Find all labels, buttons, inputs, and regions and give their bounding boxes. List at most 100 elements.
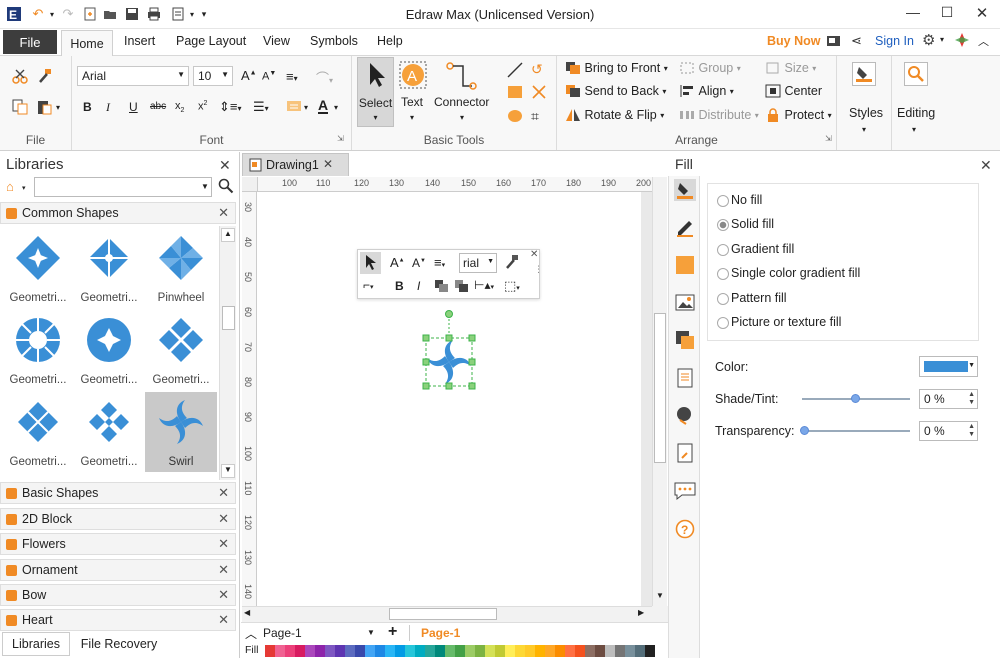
paste-icon[interactable] [37, 99, 55, 118]
scroll-right-icon[interactable]: ▶ [638, 608, 644, 617]
mini-increase-font-icon[interactable]: A▲ [390, 255, 405, 270]
mini-select-icon[interactable] [360, 252, 381, 274]
ellipse-tool-icon[interactable] [507, 109, 523, 126]
option-pattern-fill[interactable]: Pattern fill [731, 291, 787, 305]
close-icon[interactable]: ✕ [972, 4, 992, 24]
redo-icon[interactable]: ↷ [60, 6, 76, 22]
palette-swatch[interactable] [595, 645, 605, 657]
scroll-down-icon[interactable]: ▼ [654, 591, 666, 605]
bring-to-front-button[interactable]: Bring to Front ▾ [565, 61, 668, 75]
new-file-icon[interactable] [82, 6, 98, 22]
palette-swatch[interactable] [305, 645, 315, 657]
radio-pattern-fill[interactable] [717, 293, 729, 305]
palette-swatch[interactable] [345, 645, 355, 657]
palette-swatch[interactable] [505, 645, 515, 657]
palette-swatch[interactable] [355, 645, 365, 657]
library-category-basic-shapes[interactable]: Basic Shapes ✕ [0, 482, 236, 504]
palette-swatch[interactable] [575, 645, 585, 657]
page-tab-active[interactable]: Page-1 [421, 626, 460, 640]
arrange-dialog-launcher-icon[interactable]: ⇲ [825, 134, 832, 143]
decrease-font-icon[interactable]: A▼ [262, 70, 276, 83]
shape-tile-selected[interactable]: Swirl [145, 392, 217, 472]
add-page-icon[interactable]: + [388, 623, 397, 641]
select-tool-button[interactable]: Select ▾ [357, 57, 394, 127]
rotate-flip-button[interactable]: Rotate & Flip ▾ [565, 108, 664, 122]
palette-swatch[interactable] [325, 645, 335, 657]
print-icon[interactable] [146, 6, 162, 22]
fill-panel-close-icon[interactable]: ✕ [980, 157, 992, 174]
tab-symbols[interactable]: Symbols [310, 34, 358, 54]
bullets-icon[interactable]: ☰▾ [253, 99, 269, 115]
mini-align-icon[interactable]: ≡▾ [434, 255, 445, 270]
tab-page-layout[interactable]: Page Layout [176, 34, 246, 54]
palette-swatch[interactable] [635, 645, 645, 657]
line-panel-icon[interactable] [675, 218, 695, 241]
option-gradient-fill[interactable]: Gradient fill [731, 242, 794, 256]
settings-dropdown-icon[interactable]: ▾ [940, 35, 944, 44]
palette-swatch[interactable] [475, 645, 485, 657]
libraries-close-icon[interactable]: ✕ [219, 157, 231, 174]
selected-swirl-shape[interactable] [420, 308, 478, 392]
highlight-dropdown-icon[interactable]: ▾ [304, 103, 308, 112]
library-category-common-shapes[interactable]: Common Shapes ✕ [0, 202, 236, 224]
mini-decrease-font-icon[interactable]: A▼ [412, 256, 426, 270]
mini-connector-icon[interactable]: ⌐▾ [363, 278, 374, 292]
palette-swatch[interactable] [275, 645, 285, 657]
paste-dropdown-icon[interactable]: ▾ [56, 103, 60, 112]
mini-line-style-icon[interactable]: ⬚▾ [504, 278, 520, 294]
palette-swatch[interactable] [565, 645, 575, 657]
apps-icon[interactable] [954, 32, 970, 51]
strikethrough-icon[interactable]: abc [150, 101, 166, 112]
palette-swatch[interactable] [315, 645, 325, 657]
shape-tile[interactable]: Pinwheel [145, 228, 217, 308]
palette-swatch[interactable] [415, 645, 425, 657]
option-single-color-gradient-fill[interactable]: Single color gradient fill [731, 266, 860, 280]
library-category-ornament[interactable]: Ornament ✕ [0, 559, 236, 581]
editing-button[interactable]: Editing [897, 106, 935, 120]
italic-icon[interactable]: I [106, 100, 110, 115]
undo-dropdown-icon[interactable]: ▾ [44, 6, 60, 22]
palette-swatch[interactable] [385, 645, 395, 657]
horizontal-scroll-thumb[interactable] [389, 608, 497, 620]
shade-tint-input[interactable]: 0 % ▲ ▼ [919, 389, 978, 409]
library-search-icon[interactable] [218, 178, 234, 197]
library-category-heart[interactable]: Heart ✕ [0, 609, 236, 631]
palette-swatch[interactable] [335, 645, 345, 657]
text-align-icon[interactable]: ≡▾ [286, 69, 298, 84]
gear-icon[interactable]: ⚙ [922, 31, 935, 49]
connector-tool-label[interactable]: Connector [434, 95, 489, 109]
mini-toolbar-close-icon[interactable]: ✕ [530, 249, 538, 260]
line-tool-icon[interactable] [507, 62, 523, 81]
font-dialog-launcher-icon[interactable]: ⇲ [337, 134, 344, 143]
cut-icon[interactable] [12, 68, 28, 87]
font-color-dropdown-icon[interactable]: ▾ [334, 103, 338, 112]
palette-swatch[interactable] [465, 645, 475, 657]
open-folder-icon[interactable] [102, 6, 118, 22]
canvas-vertical-scrollbar[interactable]: ▼ [652, 177, 667, 607]
sign-in-link[interactable]: Sign In [875, 34, 914, 48]
superscript-icon[interactable]: x2 [198, 100, 207, 113]
library-home-icon[interactable]: ⌂ [6, 179, 14, 194]
help-panel-icon[interactable]: ? [675, 519, 695, 542]
library-category-2d-block[interactable]: 2D Block ✕ [0, 508, 236, 530]
shape-tile[interactable]: Geometri... [73, 228, 145, 308]
shape-tile[interactable]: Geometri... [2, 228, 74, 308]
mini-toolbar-more-icon[interactable]: ⋮ [534, 264, 543, 275]
palette-swatch[interactable] [445, 645, 455, 657]
palette-swatch[interactable] [495, 645, 505, 657]
crop-tool-icon[interactable]: ⌗ [531, 108, 539, 125]
share-icon[interactable]: ⋖ [851, 33, 862, 49]
mini-format-painter-icon[interactable] [504, 254, 520, 273]
page-select[interactable]: Page-1 [263, 626, 302, 640]
palette-swatch[interactable] [395, 645, 405, 657]
palette-swatch[interactable] [265, 645, 275, 657]
shape-tile[interactable]: Geometri... [73, 392, 145, 472]
text-tool-label[interactable]: Text [401, 95, 423, 109]
mini-distribute-icon[interactable]: ⊢▴▾ [474, 278, 494, 292]
shape-tile[interactable]: Geometri... [145, 310, 217, 390]
font-color-icon[interactable]: A [318, 98, 329, 114]
cart-icon[interactable] [826, 33, 842, 52]
text-tool-icon[interactable]: A [398, 60, 428, 93]
page-panel-icon[interactable] [675, 368, 695, 391]
palette-swatch[interactable] [615, 645, 625, 657]
